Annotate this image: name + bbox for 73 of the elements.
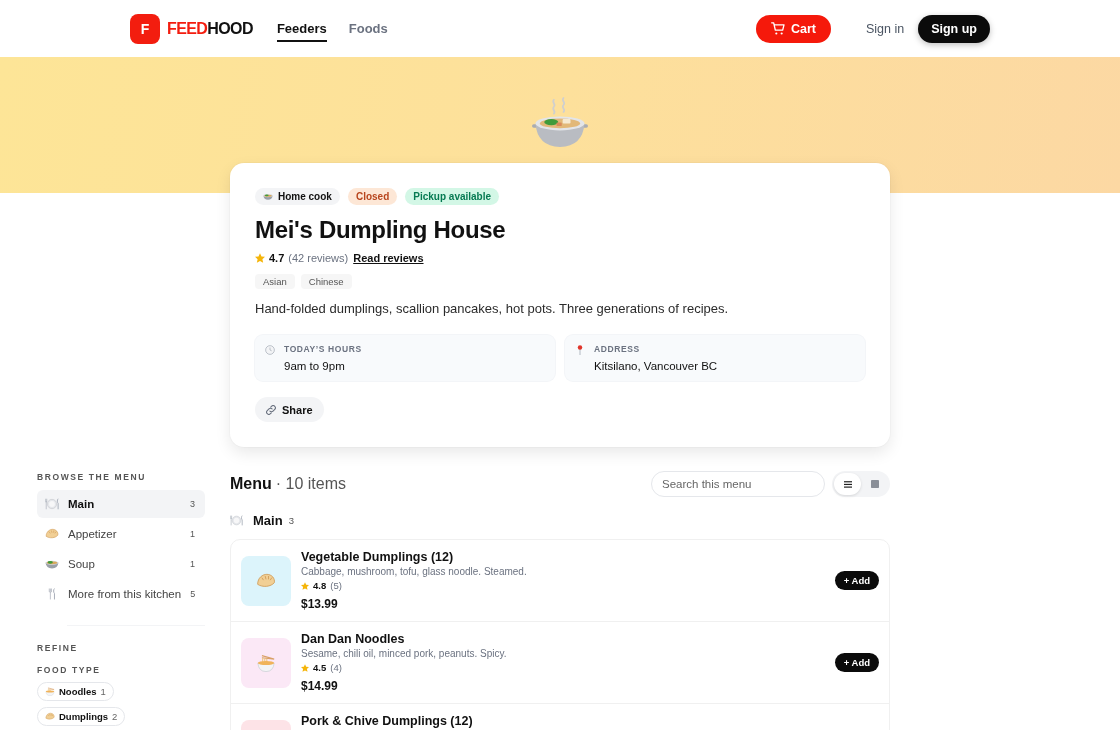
menu-title: Menu (230, 475, 272, 493)
chip-count: 1 (100, 686, 106, 697)
dish-review-count: (5) (330, 579, 342, 592)
menu-item-count: · 10 items (275, 475, 347, 493)
dish-description: Cabbage, mushroom, tofu, glass noodle. Steamed. (301, 565, 528, 579)
browse-heading: BROWSE THE MENU (37, 471, 147, 483)
dish-price: $14.99 (301, 678, 339, 694)
cuisine-tag: Asian (255, 274, 295, 289)
list-view-button[interactable] (834, 473, 861, 495)
cart-icon (770, 22, 785, 35)
dish-price: $13.99 (301, 596, 339, 612)
dish-name: Pork & Chive Dumplings (12) (301, 713, 474, 729)
category-item[interactable]: More from this kitchen 5 (37, 580, 205, 608)
star-icon (301, 663, 309, 672)
review-count: (42 reviews) (288, 251, 349, 266)
dish-description: Sesame, chili oil, minced pork, peanuts. Spicy. (301, 647, 508, 661)
noodle-bowl-icon (45, 687, 55, 696)
dumpling-icon (45, 528, 59, 540)
plate-icon (45, 498, 59, 510)
brand-name[interactable]: FEEDHOOD (167, 18, 253, 39)
filter-heading: FOOD TYPE (37, 664, 102, 676)
category-count: 1 (190, 559, 195, 569)
nav-tab[interactable]: Feeders (276, 15, 327, 42)
food-type-chip[interactable]: Noodles 1 (37, 682, 114, 701)
dish-review-count: (4) (330, 661, 342, 674)
add-button[interactable]: + Add (834, 653, 879, 672)
rating-score: 4.7 (269, 251, 285, 266)
dish-rating: 4.8 (313, 579, 327, 592)
chip-count: 2 (112, 711, 118, 722)
section-title: Main (253, 512, 283, 528)
plate-icon (230, 514, 243, 526)
sign-up-button[interactable]: Sign up (918, 14, 990, 43)
add-button[interactable]: + Add (834, 571, 879, 590)
star-icon (255, 253, 265, 263)
search-field[interactable]: Search this menu (651, 471, 825, 497)
info-value: 9am to 9pm (284, 359, 346, 374)
service-badge: Pickup available (405, 188, 500, 205)
category-count: 1 (190, 529, 195, 539)
list-icon (843, 480, 852, 488)
dumpling-icon (45, 712, 55, 721)
read-reviews-link[interactable]: Read reviews (353, 250, 424, 266)
logo-mark[interactable]: F (130, 13, 160, 44)
food-type-chip[interactable]: Dumplings 2 (37, 707, 126, 726)
clock-icon (265, 345, 275, 355)
section-count: 3 (288, 514, 294, 526)
sign-in-link[interactable]: Sign in (865, 21, 905, 36)
dish-rating: 4.5 (313, 661, 327, 674)
info-value: Kitsilano, Vancouver BC (594, 359, 718, 374)
link-icon (266, 404, 276, 415)
dish-name: Vegetable Dumplings (12) (301, 549, 455, 565)
info-label: ADDRESS (594, 344, 641, 355)
category-count: 5 (190, 589, 196, 599)
pin-icon (575, 345, 585, 355)
restaurant-name: Mei's Dumpling House (255, 215, 507, 245)
badge-label: Home cook (278, 191, 332, 202)
category-count: 3 (190, 499, 195, 509)
star-icon (301, 581, 309, 590)
category-item[interactable]: Appetizer 1 (37, 520, 205, 548)
restaurant-description: Hand-folded dumplings, scallion pancakes, hot pots. Three generations of recipes. (255, 300, 730, 318)
category-item[interactable]: Soup 1 (37, 550, 205, 578)
share-button[interactable]: Share (255, 397, 324, 422)
bowl-icon (263, 193, 273, 200)
grid-icon (870, 480, 879, 488)
hot-pot-icon (532, 97, 588, 148)
cuisine-tag: Chinese (300, 274, 352, 289)
dish-name: Dan Dan Noodles (301, 631, 406, 647)
cart-button[interactable]: Cart (755, 14, 831, 43)
nav-tab[interactable]: Foods (348, 15, 388, 42)
info-label: TODAY’S HOURS (284, 344, 362, 355)
refine-heading: REFINE (37, 642, 79, 654)
status-badge: Closed (347, 188, 398, 205)
category-item[interactable]: Main 3 (37, 490, 205, 518)
bowl-icon (45, 558, 59, 570)
